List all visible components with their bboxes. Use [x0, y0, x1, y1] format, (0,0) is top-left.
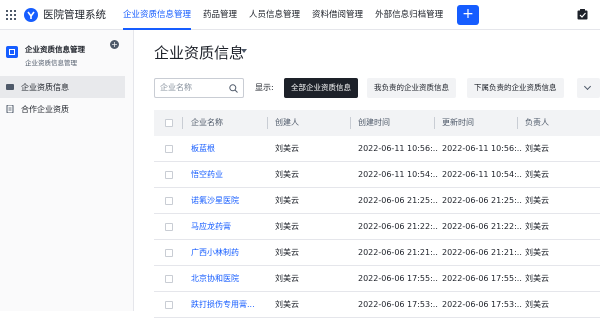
nav-item-document-borrowing[interactable]: 资料借阅管理 [306, 0, 369, 30]
sidebar-title: 企业资质信息管理 [25, 45, 85, 54]
app-grid-icon[interactable] [0, 0, 22, 30]
updated-time-cell: 2022-06-06 21:25:... [442, 196, 522, 205]
row-checkbox[interactable] [165, 301, 173, 309]
row-checkbox[interactable] [165, 171, 173, 179]
main-content: 企业资质信息 企业名称 显示: 全部企业资质信息 我负责的企业资质信息 下属负责… [135, 30, 600, 318]
table-header: 企业名称 创建人 创建时间 更新时间 负责人 [154, 110, 600, 136]
updated-time-cell: 2022-06-06 17:53:... [442, 300, 522, 309]
table-row[interactable]: 板蓝根 刘美云 2022-06-11 10:56:... 2022-06-11 10:… [154, 136, 600, 162]
owner-cell: 刘美云 [525, 222, 549, 231]
sidebar-subtitle: 企业资质信息管理 [25, 59, 77, 67]
updated-time-cell: 2022-06-11 10:56:... [442, 144, 522, 153]
sidebar-item-qualification[interactable]: 企业资质信息 [0, 76, 125, 98]
nav-item-personnel[interactable]: 人员信息管理 [243, 0, 306, 30]
table-row[interactable]: 悟空药业 刘美云 2022-06-11 10:54:... 2022-06-11 10… [154, 162, 600, 188]
nav-item-qualification[interactable]: 企业资质信息管理 [117, 0, 197, 30]
column-header[interactable]: 负责人 [525, 110, 595, 136]
segment-subordinates[interactable]: 下属负责的企业资质信息 [467, 78, 564, 98]
top-nav: 企业资质信息管理 药品管理 人员信息管理 资料借阅管理 外部信息归档管理 [117, 0, 449, 30]
nav-item-external-archive[interactable]: 外部信息归档管理 [369, 0, 449, 30]
title-chevron-down-icon[interactable] [241, 49, 247, 53]
row-checkbox[interactable] [165, 197, 173, 205]
company-name-link[interactable]: 悟空药业 [191, 162, 261, 188]
column-header[interactable]: 更新时间 [442, 110, 522, 136]
sidebar-header: 企业资质信息管理 企业资质信息管理 + [0, 30, 133, 76]
segment-all[interactable]: 全部企业资质信息 [284, 78, 358, 98]
sidebar-item-label: 企业资质信息 [21, 82, 69, 92]
page-title[interactable]: 企业资质信息 [154, 42, 244, 63]
creator-cell: 刘美云 [275, 300, 299, 309]
created-time-cell: 2022-06-06 17:55:... [358, 274, 438, 283]
top-bar: 医院管理系统 企业资质信息管理 药品管理 人员信息管理 资料借阅管理 外部信息归… [0, 0, 600, 30]
row-checkbox[interactable] [165, 145, 173, 153]
table-body: 板蓝根 刘美云 2022-06-11 10:56:... 2022-06-11 10:… [154, 136, 600, 318]
table-row[interactable]: 北京协和医院 刘美云 2022-06-06 17:55:... 2022-06-06 … [154, 266, 600, 292]
add-button[interactable]: + [457, 5, 479, 25]
search-input[interactable]: 企业名称 [154, 78, 244, 98]
show-label: 显示: [255, 83, 274, 92]
updated-time-cell: 2022-06-06 21:21:... [442, 248, 522, 257]
row-checkbox[interactable] [165, 223, 173, 231]
document-icon [6, 105, 14, 113]
sidebar-add-icon[interactable]: + [110, 40, 119, 49]
search-icon[interactable] [229, 84, 238, 93]
module-icon [6, 46, 18, 58]
row-checkbox[interactable] [165, 275, 173, 283]
created-time-cell: 2022-06-11 10:56:... [358, 144, 438, 153]
owner-cell: 刘美云 [525, 274, 549, 283]
owner-cell: 刘美云 [525, 300, 549, 309]
creator-cell: 刘美云 [275, 248, 299, 257]
folder-icon [6, 84, 14, 90]
creator-cell: 刘美云 [275, 144, 299, 153]
row-checkbox[interactable] [165, 249, 173, 257]
search-placeholder: 企业名称 [160, 83, 192, 92]
created-time-cell: 2022-06-06 21:25:... [358, 196, 438, 205]
column-header[interactable]: 创建时间 [358, 110, 438, 136]
owner-cell: 刘美云 [525, 248, 549, 257]
logo-icon [24, 7, 38, 22]
table-row[interactable]: 跌打损伤专用膏... 刘美云 2022-06-06 17:53:... 2022-06… [154, 292, 600, 318]
company-name-link[interactable]: 诺氟沙星医院 [191, 188, 261, 214]
filter-bar: 企业名称 显示: 全部企业资质信息 我负责的企业资质信息 下属负责的企业资质信息 [154, 78, 600, 98]
company-name-link[interactable]: 板蓝根 [191, 136, 261, 162]
segment-more-button[interactable] [577, 78, 600, 98]
company-name-link[interactable]: 广西小林制药 [191, 240, 261, 266]
table-row[interactable]: 广西小林制药 刘美云 2022-06-06 21:21:... 2022-06-06 … [154, 240, 600, 266]
creator-cell: 刘美云 [275, 274, 299, 283]
created-time-cell: 2022-06-06 21:21:... [358, 248, 438, 257]
owner-cell: 刘美云 [525, 144, 549, 153]
created-time-cell: 2022-06-06 21:22:... [358, 222, 438, 231]
checklist-icon[interactable] [577, 9, 588, 20]
created-time-cell: 2022-06-06 17:53:... [358, 300, 438, 309]
segment-mine[interactable]: 我负责的企业资质信息 [367, 78, 456, 98]
updated-time-cell: 2022-06-06 21:22:... [442, 222, 522, 231]
sidebar-item-partner-qualification[interactable]: 合作企业资质 [0, 98, 133, 120]
owner-cell: 刘美云 [525, 170, 549, 179]
column-header[interactable]: 创建人 [275, 110, 345, 136]
chevron-down-icon [583, 82, 592, 91]
sidebar: 企业资质信息管理 企业资质信息管理 + 企业资质信息 合作企业资质 [0, 30, 134, 311]
updated-time-cell: 2022-06-11 10:54:... [442, 170, 522, 179]
sidebar-item-label: 合作企业资质 [21, 104, 69, 114]
creator-cell: 刘美云 [275, 196, 299, 205]
updated-time-cell: 2022-06-06 17:55:... [442, 274, 522, 283]
creator-cell: 刘美云 [275, 170, 299, 179]
table-row[interactable]: 马应龙药膏 刘美云 2022-06-06 21:22:... 2022-06-06 2… [154, 214, 600, 240]
company-name-link[interactable]: 跌打损伤专用膏... [191, 292, 261, 318]
table-row[interactable]: 诺氟沙星医院 刘美云 2022-06-06 21:25:... 2022-06-06 … [154, 188, 600, 214]
qualification-table: 企业名称 创建人 创建时间 更新时间 负责人 板蓝根 刘美云 2022-06-11 … [154, 110, 600, 318]
app-title: 医院管理系统 [43, 9, 106, 21]
select-all-checkbox[interactable] [165, 119, 173, 127]
nav-item-drugs[interactable]: 药品管理 [197, 0, 243, 30]
created-time-cell: 2022-06-11 10:54:... [358, 170, 438, 179]
company-name-link[interactable]: 马应龙药膏 [191, 214, 261, 240]
column-header[interactable]: 企业名称 [191, 110, 261, 136]
owner-cell: 刘美云 [525, 196, 549, 205]
company-name-link[interactable]: 北京协和医院 [191, 266, 261, 292]
creator-cell: 刘美云 [275, 222, 299, 231]
